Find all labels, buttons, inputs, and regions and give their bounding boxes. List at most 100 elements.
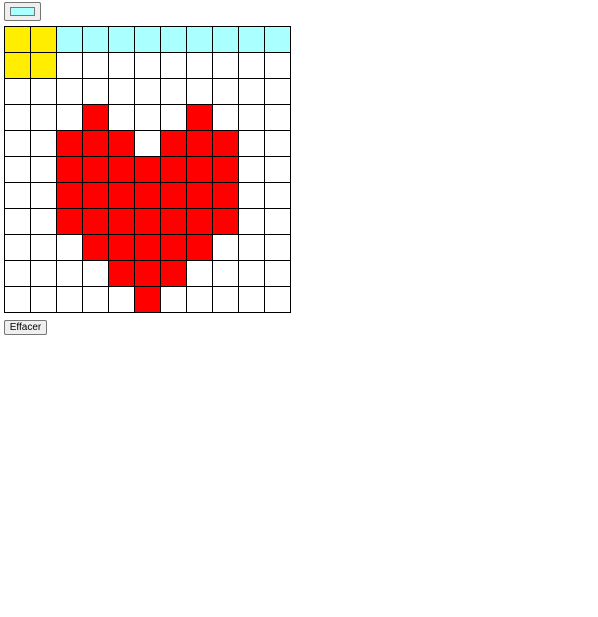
- grid-cell[interactable]: [238, 208, 265, 235]
- grid-cell[interactable]: [238, 156, 265, 183]
- grid-cell[interactable]: [56, 26, 83, 53]
- grid-cell[interactable]: [82, 52, 109, 79]
- grid-cell[interactable]: [238, 52, 265, 79]
- grid-cell[interactable]: [56, 286, 83, 313]
- grid-cell[interactable]: [56, 78, 83, 105]
- grid-cell[interactable]: [264, 156, 291, 183]
- grid-cell[interactable]: [238, 130, 265, 157]
- grid-cell[interactable]: [160, 156, 187, 183]
- grid-cell[interactable]: [56, 52, 83, 79]
- grid-cell[interactable]: [186, 260, 213, 287]
- grid-cell[interactable]: [30, 26, 57, 53]
- grid-cell[interactable]: [108, 104, 135, 131]
- grid-cell[interactable]: [4, 156, 31, 183]
- grid-cell[interactable]: [82, 130, 109, 157]
- grid-cell[interactable]: [82, 26, 109, 53]
- grid-cell[interactable]: [56, 182, 83, 209]
- grid-cell[interactable]: [30, 130, 57, 157]
- grid-cell[interactable]: [56, 130, 83, 157]
- grid-cell[interactable]: [264, 286, 291, 313]
- grid-cell[interactable]: [108, 234, 135, 261]
- grid-cell[interactable]: [134, 208, 161, 235]
- grid-cell[interactable]: [82, 260, 109, 287]
- grid-cell[interactable]: [264, 78, 291, 105]
- grid-cell[interactable]: [186, 104, 213, 131]
- grid-cell[interactable]: [56, 104, 83, 131]
- grid-cell[interactable]: [238, 286, 265, 313]
- grid-cell[interactable]: [4, 182, 31, 209]
- grid-cell[interactable]: [160, 52, 187, 79]
- grid-cell[interactable]: [134, 182, 161, 209]
- grid-cell[interactable]: [264, 208, 291, 235]
- grid-cell[interactable]: [134, 130, 161, 157]
- grid-cell[interactable]: [238, 78, 265, 105]
- grid-cell[interactable]: [160, 286, 187, 313]
- color-picker[interactable]: [4, 2, 41, 21]
- grid-cell[interactable]: [186, 78, 213, 105]
- grid-cell[interactable]: [4, 130, 31, 157]
- grid-cell[interactable]: [108, 26, 135, 53]
- grid-cell[interactable]: [186, 52, 213, 79]
- grid-cell[interactable]: [82, 78, 109, 105]
- grid-cell[interactable]: [212, 182, 239, 209]
- grid-cell[interactable]: [30, 208, 57, 235]
- grid-cell[interactable]: [264, 260, 291, 287]
- grid-cell[interactable]: [264, 182, 291, 209]
- grid-cell[interactable]: [108, 260, 135, 287]
- grid-cell[interactable]: [108, 182, 135, 209]
- grid-cell[interactable]: [30, 182, 57, 209]
- grid-cell[interactable]: [82, 234, 109, 261]
- grid-cell[interactable]: [264, 52, 291, 79]
- grid-cell[interactable]: [134, 286, 161, 313]
- grid-cell[interactable]: [56, 234, 83, 261]
- grid-cell[interactable]: [4, 208, 31, 235]
- grid-cell[interactable]: [186, 234, 213, 261]
- grid-cell[interactable]: [4, 234, 31, 261]
- grid-cell[interactable]: [108, 78, 135, 105]
- grid-cell[interactable]: [134, 78, 161, 105]
- grid-cell[interactable]: [186, 130, 213, 157]
- grid-cell[interactable]: [238, 260, 265, 287]
- grid-cell[interactable]: [264, 234, 291, 261]
- grid-cell[interactable]: [56, 156, 83, 183]
- grid-cell[interactable]: [186, 182, 213, 209]
- grid-cell[interactable]: [160, 130, 187, 157]
- grid-cell[interactable]: [134, 104, 161, 131]
- grid-cell[interactable]: [212, 156, 239, 183]
- grid-cell[interactable]: [4, 52, 31, 79]
- grid-cell[interactable]: [4, 78, 31, 105]
- grid-cell[interactable]: [82, 182, 109, 209]
- grid-cell[interactable]: [160, 182, 187, 209]
- grid-cell[interactable]: [134, 52, 161, 79]
- grid-cell[interactable]: [108, 286, 135, 313]
- grid-cell[interactable]: [108, 208, 135, 235]
- grid-cell[interactable]: [264, 130, 291, 157]
- grid-cell[interactable]: [82, 104, 109, 131]
- grid-cell[interactable]: [82, 156, 109, 183]
- grid-cell[interactable]: [212, 78, 239, 105]
- grid-cell[interactable]: [108, 156, 135, 183]
- grid-cell[interactable]: [108, 52, 135, 79]
- grid-cell[interactable]: [30, 52, 57, 79]
- grid-cell[interactable]: [238, 26, 265, 53]
- grid-cell[interactable]: [212, 26, 239, 53]
- grid-cell[interactable]: [212, 52, 239, 79]
- grid-cell[interactable]: [4, 286, 31, 313]
- grid-cell[interactable]: [82, 286, 109, 313]
- grid-cell[interactable]: [30, 234, 57, 261]
- grid-cell[interactable]: [4, 26, 31, 53]
- grid-cell[interactable]: [212, 286, 239, 313]
- grid-cell[interactable]: [186, 286, 213, 313]
- clear-button[interactable]: Effacer: [4, 320, 47, 335]
- grid-cell[interactable]: [238, 234, 265, 261]
- grid-cell[interactable]: [186, 26, 213, 53]
- grid-cell[interactable]: [30, 286, 57, 313]
- grid-cell[interactable]: [160, 260, 187, 287]
- grid-cell[interactable]: [82, 208, 109, 235]
- grid-cell[interactable]: [134, 26, 161, 53]
- grid-cell[interactable]: [238, 104, 265, 131]
- grid-cell[interactable]: [160, 104, 187, 131]
- grid-cell[interactable]: [212, 208, 239, 235]
- grid-cell[interactable]: [134, 234, 161, 261]
- grid-cell[interactable]: [212, 104, 239, 131]
